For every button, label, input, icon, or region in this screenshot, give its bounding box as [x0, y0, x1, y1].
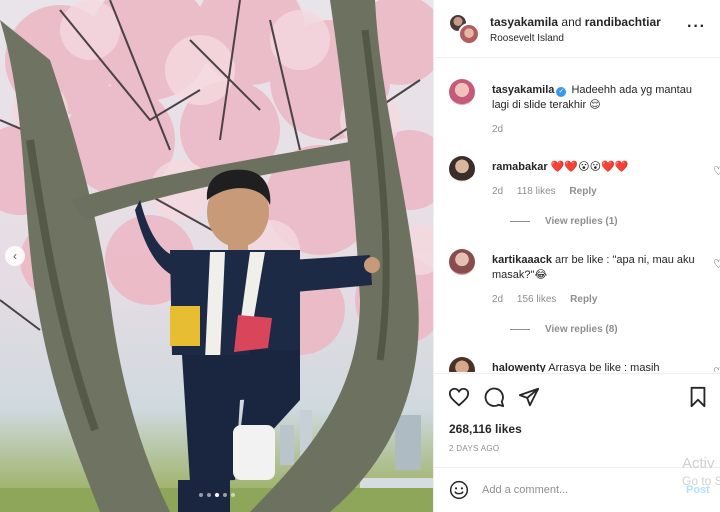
likes-count[interactable]: 268,116 likes [449, 422, 522, 436]
more-options-button[interactable]: ··· [687, 18, 706, 36]
emoji-icon[interactable] [449, 480, 469, 500]
comment-time: 2d [492, 294, 504, 305]
activation-watermark-line1: Activ [682, 455, 715, 472]
comment-body: kartikaaack arr be like : "apa ni, mau a… [492, 253, 704, 283]
comment-likes[interactable]: 156 likes [517, 294, 556, 305]
share-icon [518, 387, 540, 407]
like-comment-button[interactable]: ♡ [713, 365, 720, 372]
post-date: 2 DAYS AGO [449, 444, 500, 453]
caption-text-block: tasyakamila ✓ Hadeehh ada yg mantau lagi … [492, 83, 704, 113]
avatar [458, 23, 480, 45]
location-link[interactable]: Roosevelt Island [490, 33, 564, 44]
avatar[interactable] [449, 156, 475, 182]
avatar[interactable] [449, 249, 475, 275]
heart-outline-icon: ♡ [713, 365, 720, 372]
collab-avatars[interactable] [448, 13, 480, 45]
carousel-dot [223, 493, 227, 497]
save-button[interactable] [688, 386, 708, 411]
post-authors: tasyakamila and randibachtiar [490, 15, 661, 29]
post-side-panel: tasyakamila and randibachtiar Roosevelt … [433, 0, 720, 512]
carousel-dot-active [215, 493, 219, 497]
caption-time: 2d [492, 124, 504, 135]
carousel-dot [231, 493, 235, 497]
author-username-link[interactable]: tasyakamila [490, 15, 558, 29]
comment-body: halowenty Arrasya be like : masih [492, 361, 704, 372]
comment-text: Arrasya be like : masih [548, 362, 660, 372]
authors-joiner: and [558, 15, 585, 29]
heart-icon [448, 387, 470, 407]
coauthor-username-link[interactable]: randibachtiar [585, 15, 661, 29]
like-comment-button[interactable]: ♡ [713, 257, 720, 271]
like-comment-button[interactable]: ♡ [713, 164, 720, 178]
add-comment-bar: Post Activ Go to S [434, 455, 720, 512]
comment-body: ramabakar ❤️❤️😮😮❤️❤️ [492, 160, 704, 175]
reply-button[interactable]: Reply [570, 294, 597, 305]
view-replies-button[interactable]: View replies (8) [510, 324, 618, 335]
comment-username-link[interactable]: halowenty [492, 362, 546, 372]
comment-button[interactable] [483, 386, 505, 411]
carousel-indicator [199, 493, 235, 497]
more-horizontal-icon: ··· [687, 18, 706, 35]
comment-time: 2d [492, 186, 504, 197]
divider-line [510, 220, 530, 222]
avatar[interactable] [449, 79, 475, 105]
divider-line [510, 328, 530, 330]
avatar[interactable] [449, 357, 475, 372]
reply-button[interactable]: Reply [569, 186, 596, 197]
like-button[interactable] [448, 386, 470, 411]
comment-meta: 2d 156 likes Reply [492, 294, 608, 305]
comment-username-link[interactable]: kartikaaack [492, 254, 552, 266]
comment-meta: 2d 118 likes Reply [492, 186, 608, 197]
comment-input[interactable] [482, 481, 672, 499]
view-replies-button[interactable]: View replies (1) [510, 216, 618, 227]
instagram-post-modal: ‹ tasyakamila and randibachtiar Roosevel… [0, 0, 720, 512]
chevron-left-icon: ‹ [13, 249, 17, 263]
caption-meta: 2d [492, 124, 514, 135]
comment-username-link[interactable]: ramabakar [492, 161, 548, 173]
bookmark-icon [690, 386, 706, 408]
comment-icon [484, 387, 505, 408]
comment-likes[interactable]: 118 likes [517, 186, 556, 197]
activation-watermark-line2: Go to S [682, 474, 720, 488]
post-actions: 268,116 likes 2 DAYS AGO [434, 373, 720, 467]
verified-badge-icon: ✓ [556, 87, 567, 97]
caption-username-link[interactable]: tasyakamila [492, 84, 554, 96]
view-replies-label: View replies (8) [545, 324, 618, 335]
heart-outline-icon: ♡ [713, 164, 720, 178]
comments-list[interactable]: tasyakamila ✓ Hadeehh ada yg mantau lagi … [434, 59, 720, 372]
share-button[interactable] [518, 386, 540, 411]
comment-text: ❤️❤️😮😮❤️❤️ [550, 161, 629, 173]
post-photo[interactable]: ‹ [0, 0, 433, 512]
post-header: tasyakamila and randibachtiar Roosevelt … [434, 0, 720, 58]
cherry-blossom-photo-illustration [0, 0, 433, 512]
heart-outline-icon: ♡ [713, 257, 720, 271]
previous-slide-button[interactable]: ‹ [5, 246, 25, 266]
carousel-dot [199, 493, 203, 497]
carousel-dot [207, 493, 211, 497]
view-replies-label: View replies (1) [545, 216, 618, 227]
